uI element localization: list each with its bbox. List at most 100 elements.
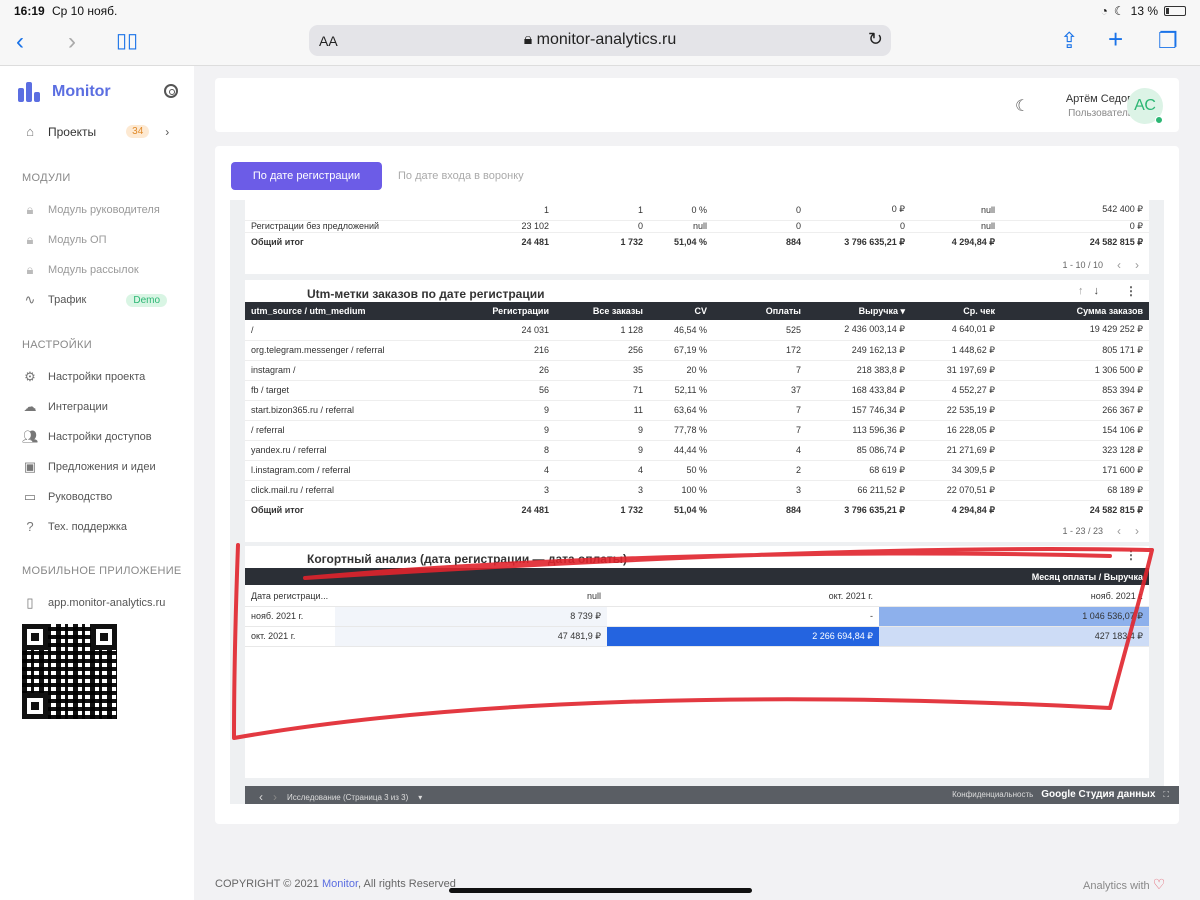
privacy-link[interactable]: Конфиденциальность bbox=[952, 790, 1033, 799]
projects-label: Проекты bbox=[48, 124, 97, 139]
reload-icon[interactable]: ↻ bbox=[868, 29, 883, 50]
fullscreen-icon[interactable]: ⛶ bbox=[1163, 790, 1169, 800]
column-header[interactable]: utm_source / utm_medium bbox=[245, 302, 415, 320]
home-icon: ⌂ bbox=[26, 124, 34, 139]
browser-toolbar: ‹ › ▯▯ AA 🔒︎ monitor-analytics.ru ↻ ⇪ + … bbox=[0, 22, 1200, 66]
column-header[interactable]: Все заказы bbox=[555, 302, 649, 320]
status-icons: ◔ ☾ 13 % bbox=[1101, 4, 1186, 18]
cohort-row: нояб. 2021 г. 8 739 ₽ - 1 046 536,07 ₽ bbox=[245, 606, 1149, 627]
copyright-brand-link[interactable]: Monitor bbox=[322, 878, 358, 890]
ios-status-bar: 16:19 Ср 10 нояб. ◔ ☾ 13 % bbox=[0, 0, 1200, 22]
sidebar-item-access-settings[interactable]: 👥︎ Настройки доступов bbox=[22, 429, 152, 445]
table-cell: 67,19 % bbox=[649, 340, 713, 361]
table-row: yandex.ru / referral 8 9 44,44 % 4 85 086,74 … bbox=[245, 440, 1149, 461]
back-icon[interactable]: ‹ bbox=[16, 28, 24, 56]
next-page-icon[interactable]: › bbox=[1135, 524, 1139, 538]
next-page-icon[interactable]: › bbox=[1135, 258, 1139, 272]
more-options-icon[interactable]: ⋮ bbox=[1125, 548, 1137, 562]
share-icon[interactable]: ⇪ bbox=[1060, 28, 1078, 54]
chevron-down-icon[interactable]: ▾ bbox=[418, 793, 422, 802]
utm-source-cell: l.instagram.com / referral bbox=[245, 460, 415, 481]
sidebar-item-label: Предложения и идеи bbox=[48, 461, 156, 473]
new-tab-icon[interactable]: + bbox=[1108, 24, 1123, 55]
utm-source-cell: / referral bbox=[245, 420, 415, 441]
table-cell: 46,54 % bbox=[649, 320, 713, 341]
arrow-down-icon[interactable]: ↓ bbox=[1094, 285, 1100, 297]
address-bar[interactable]: AA 🔒︎ monitor-analytics.ru ↻ bbox=[309, 25, 891, 56]
table-cell: 853 394 ₽ bbox=[1001, 380, 1149, 401]
column-header[interactable]: Выручка ▾ bbox=[807, 302, 911, 320]
table-cell: 22 070,51 ₽ bbox=[911, 480, 1001, 501]
sidebar-item-projects[interactable]: ⌂ Проекты 34 › bbox=[22, 124, 169, 139]
sidebar-item-label: Трафик bbox=[48, 294, 87, 306]
utm-table-panel: Utm-метки заказов по дате регистрации ↑ … bbox=[245, 280, 1149, 542]
column-header[interactable]: Сумма заказов bbox=[1001, 302, 1149, 320]
sidebar-item-mailing-module[interactable]: 🔒︎ Модуль рассылок bbox=[22, 262, 139, 278]
column-header[interactable]: Оплаты bbox=[713, 302, 807, 320]
mobile-app-url: app.monitor-analytics.ru bbox=[48, 597, 166, 609]
modules-section-title: МОДУЛИ bbox=[22, 172, 71, 184]
sidebar-item-traffic[interactable]: ∿ Трафик Demo bbox=[22, 292, 168, 308]
table-cell: 22 535,19 ₽ bbox=[911, 400, 1001, 421]
google-data-studio-logo[interactable]: Google Студия данных bbox=[1041, 789, 1155, 800]
lock-icon: 🔒︎ bbox=[26, 262, 34, 277]
table-cell: 8 bbox=[415, 440, 555, 461]
sidebar-item-label: Настройки проекта bbox=[48, 371, 146, 383]
users-icon: 👥︎ bbox=[22, 429, 39, 444]
table-cell: 9 bbox=[555, 420, 649, 441]
more-options-icon[interactable]: ⋮ bbox=[1125, 284, 1137, 298]
brand-logo[interactable]: Monitor bbox=[18, 82, 111, 102]
next-report-page-icon[interactable]: › bbox=[273, 790, 277, 804]
online-status-dot bbox=[1155, 116, 1163, 124]
column-header[interactable]: Ср. чек bbox=[911, 302, 1001, 320]
sidebar-item-sales-module[interactable]: 🔒︎ Модуль ОП bbox=[22, 232, 107, 248]
lock-icon: 🔒︎ bbox=[26, 232, 34, 247]
home-indicator bbox=[449, 888, 752, 893]
report-page-label[interactable]: Исследование (Страница 3 из 3) bbox=[287, 793, 408, 802]
dark-mode-toggle-icon[interactable]: ☾ bbox=[1015, 96, 1029, 116]
table-cell: 44,44 % bbox=[649, 440, 713, 461]
column-header[interactable]: CV bbox=[649, 302, 713, 320]
table-cell: 20 % bbox=[649, 360, 713, 381]
logo-mark-icon bbox=[18, 82, 44, 102]
demo-badge: Demo bbox=[126, 293, 168, 307]
table-cell: 249 162,13 ₽ bbox=[807, 340, 911, 361]
panel-title: Когортный анализ (дата регистрации — дат… bbox=[307, 552, 628, 566]
column-header[interactable]: Регистрации bbox=[415, 302, 555, 320]
tabs-icon[interactable]: ❐ bbox=[1158, 28, 1178, 54]
table-row: instagram /26 35 20 % 7 218 383,8 ₽31 197,69… bbox=[245, 360, 1149, 381]
sidebar-item-manager-module[interactable]: 🔒︎ Модуль руководителя bbox=[22, 202, 160, 218]
table-header-row: utm_source / utm_medium Регистрации Все … bbox=[245, 302, 1149, 320]
table-cell: 4 bbox=[415, 460, 555, 481]
table-cell: 172 bbox=[713, 340, 807, 361]
forward-icon[interactable]: › bbox=[68, 28, 76, 56]
utm-source-cell: / bbox=[245, 320, 415, 341]
bookmarks-icon[interactable]: ▯▯ bbox=[116, 28, 138, 53]
table-cell: 85 086,74 ₽ bbox=[807, 440, 911, 461]
sidebar-item-project-settings[interactable]: ⚙ Настройки проекта bbox=[22, 369, 145, 385]
prev-report-page-icon[interactable]: ‹ bbox=[259, 790, 263, 804]
sidebar-item-support[interactable]: ? Тех. поддержка bbox=[22, 519, 127, 534]
sidebar-item-guide[interactable]: ▭ Руководство bbox=[22, 489, 112, 505]
sidebar-item-ideas[interactable]: ▣ Предложения и идеи bbox=[22, 459, 156, 475]
heart-icon: ♡ bbox=[1152, 876, 1166, 892]
tab-by-funnel-entry-date[interactable]: По дате входа в воронку bbox=[398, 170, 524, 182]
sidebar-settings-icon[interactable] bbox=[164, 84, 178, 98]
url-value: monitor-analytics.ru bbox=[536, 31, 677, 48]
arrow-up-icon[interactable]: ↑ bbox=[1078, 285, 1084, 297]
prev-page-icon[interactable]: ‹ bbox=[1117, 524, 1121, 538]
prev-page-icon[interactable]: ‹ bbox=[1117, 258, 1121, 272]
table-cell: 21 271,69 ₽ bbox=[911, 440, 1001, 461]
battery-percent: 13 % bbox=[1130, 4, 1158, 18]
table-row: org.telegram.messenger / referral 216 256 6… bbox=[245, 340, 1149, 361]
table-cell: 7 bbox=[713, 360, 807, 381]
settings-section-title: НАСТРОЙКИ bbox=[22, 339, 92, 351]
sidebar-item-integrations[interactable]: ☁ Интеграции bbox=[22, 399, 108, 415]
table-row: start.bizon365.ru / referral 9 11 63,64 % 7 1… bbox=[245, 400, 1149, 421]
table-cell: 7 bbox=[713, 400, 807, 421]
tab-by-registration-date[interactable]: По дате регистрации bbox=[231, 162, 382, 190]
total-row: Общий итог 24 481 1 732 51,04 % 884 3 79… bbox=[251, 236, 1143, 248]
utm-source-cell: org.telegram.messenger / referral bbox=[245, 340, 415, 361]
table-cell: 71 bbox=[555, 380, 649, 401]
mobile-app-link[interactable]: ▯ app.monitor-analytics.ru bbox=[22, 595, 165, 611]
